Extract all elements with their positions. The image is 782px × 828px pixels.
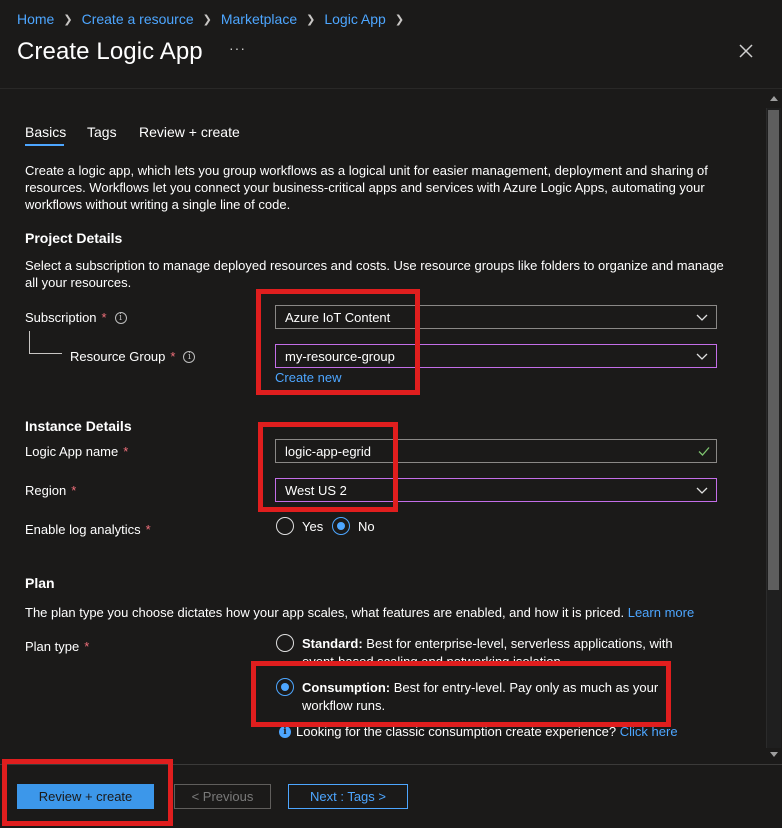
logic-app-name-input[interactable]: logic-app-egrid bbox=[275, 439, 717, 463]
plan-standard-radio[interactable] bbox=[276, 634, 294, 652]
resource-group-label: Resource Group * i bbox=[70, 349, 196, 364]
active-tab-indicator bbox=[25, 144, 64, 146]
region-select[interactable]: West US 2 bbox=[275, 478, 717, 502]
breadcrumb-home[interactable]: Home bbox=[17, 11, 54, 27]
project-details-description: Select a subscription to manage deployed… bbox=[25, 258, 724, 290]
header-divider bbox=[0, 88, 782, 89]
subscription-select[interactable]: Azure IoT Content bbox=[275, 305, 717, 329]
plan-standard-text[interactable]: Standard: Best for enterprise-level, ser… bbox=[302, 635, 702, 661]
resource-group-label-text: Resource Group bbox=[70, 349, 166, 364]
region-value: West US 2 bbox=[285, 482, 347, 498]
review-create-button[interactable]: Review + create bbox=[17, 784, 154, 809]
info-icon: i bbox=[279, 726, 291, 738]
scroll-up-icon[interactable] bbox=[770, 96, 778, 101]
click-here-link[interactable]: Click here bbox=[620, 724, 678, 739]
plan-type-label-text: Plan type bbox=[25, 639, 80, 654]
plan-description-text: The plan type you choose dictates how yo… bbox=[25, 605, 625, 620]
resource-group-value: my-resource-group bbox=[285, 348, 395, 364]
log-analytics-label: Enable log analytics * bbox=[25, 522, 151, 537]
instance-details-heading: Instance Details bbox=[25, 418, 132, 434]
page-title: Create Logic App bbox=[17, 38, 203, 65]
plan-consumption-title: Consumption: bbox=[302, 680, 391, 695]
tab-tags[interactable]: Tags bbox=[87, 124, 117, 140]
classic-note: Looking for the classic consumption crea… bbox=[296, 724, 678, 739]
required-mark: * bbox=[123, 444, 129, 459]
scroll-down-icon[interactable] bbox=[770, 752, 778, 757]
plan-heading: Plan bbox=[25, 575, 55, 591]
chevron-right-icon: ❯ bbox=[306, 13, 316, 26]
chevron-down-icon bbox=[696, 314, 708, 321]
log-analytics-yes-radio[interactable] bbox=[276, 517, 294, 535]
required-mark: * bbox=[71, 483, 77, 498]
intro-text: Create a logic app, which lets you group… bbox=[25, 163, 708, 212]
required-mark: * bbox=[101, 310, 107, 325]
create-new-link[interactable]: Create new bbox=[275, 370, 341, 385]
close-icon[interactable] bbox=[738, 43, 754, 59]
breadcrumb: Home ❯ Create a resource ❯ Marketplace ❯… bbox=[17, 11, 413, 27]
required-mark: * bbox=[145, 522, 151, 537]
plan-standard-title: Standard: bbox=[302, 636, 363, 651]
logic-app-name-label-text: Logic App name bbox=[25, 444, 119, 459]
breadcrumb-create-resource[interactable]: Create a resource bbox=[82, 11, 194, 27]
previous-button[interactable]: < Previous bbox=[174, 784, 271, 809]
chevron-right-icon: ❯ bbox=[394, 13, 405, 26]
info-icon[interactable]: i bbox=[114, 311, 127, 324]
chevron-down-icon bbox=[696, 353, 708, 360]
checkmark-icon bbox=[698, 447, 710, 456]
learn-more-link[interactable]: Learn more bbox=[628, 605, 694, 620]
resource-group-select[interactable]: my-resource-group bbox=[275, 344, 717, 368]
logic-app-name-value: logic-app-egrid bbox=[285, 443, 371, 459]
plan-consumption-radio[interactable] bbox=[276, 678, 294, 696]
region-label: Region * bbox=[25, 483, 76, 498]
plan-description: The plan type you choose dictates how yo… bbox=[25, 604, 725, 621]
more-options-icon[interactable]: ··· bbox=[229, 40, 246, 56]
log-analytics-label-text: Enable log analytics bbox=[25, 522, 141, 537]
plan-type-label: Plan type * bbox=[25, 639, 89, 654]
tree-connector bbox=[29, 331, 30, 353]
chevron-down-icon bbox=[696, 487, 708, 494]
log-analytics-yes-label[interactable]: Yes bbox=[302, 519, 323, 534]
subscription-value: Azure IoT Content bbox=[285, 309, 391, 325]
breadcrumb-logic-app[interactable]: Logic App bbox=[324, 11, 386, 27]
project-details-heading: Project Details bbox=[25, 230, 123, 246]
required-mark: * bbox=[170, 349, 176, 364]
scrollbar-thumb[interactable] bbox=[768, 110, 779, 590]
region-label-text: Region bbox=[25, 483, 67, 498]
subscription-label: Subscription * i bbox=[25, 310, 127, 325]
classic-note-text: Looking for the classic consumption crea… bbox=[296, 724, 617, 739]
chevron-right-icon: ❯ bbox=[63, 13, 73, 26]
tab-basics[interactable]: Basics bbox=[25, 124, 66, 140]
log-analytics-no-radio[interactable] bbox=[332, 517, 350, 535]
tree-connector bbox=[29, 353, 62, 354]
info-icon[interactable]: i bbox=[183, 350, 196, 363]
required-mark: * bbox=[84, 639, 90, 654]
chevron-right-icon: ❯ bbox=[202, 13, 212, 26]
plan-consumption-text[interactable]: Consumption: Best for entry-level. Pay o… bbox=[302, 679, 662, 715]
tab-review-create[interactable]: Review + create bbox=[139, 124, 240, 140]
next-tags-button[interactable]: Next : Tags > bbox=[288, 784, 408, 809]
log-analytics-no-label[interactable]: No bbox=[358, 519, 375, 534]
subscription-label-text: Subscription bbox=[25, 310, 97, 325]
logic-app-name-label: Logic App name * bbox=[25, 444, 128, 459]
breadcrumb-marketplace[interactable]: Marketplace bbox=[221, 11, 297, 27]
